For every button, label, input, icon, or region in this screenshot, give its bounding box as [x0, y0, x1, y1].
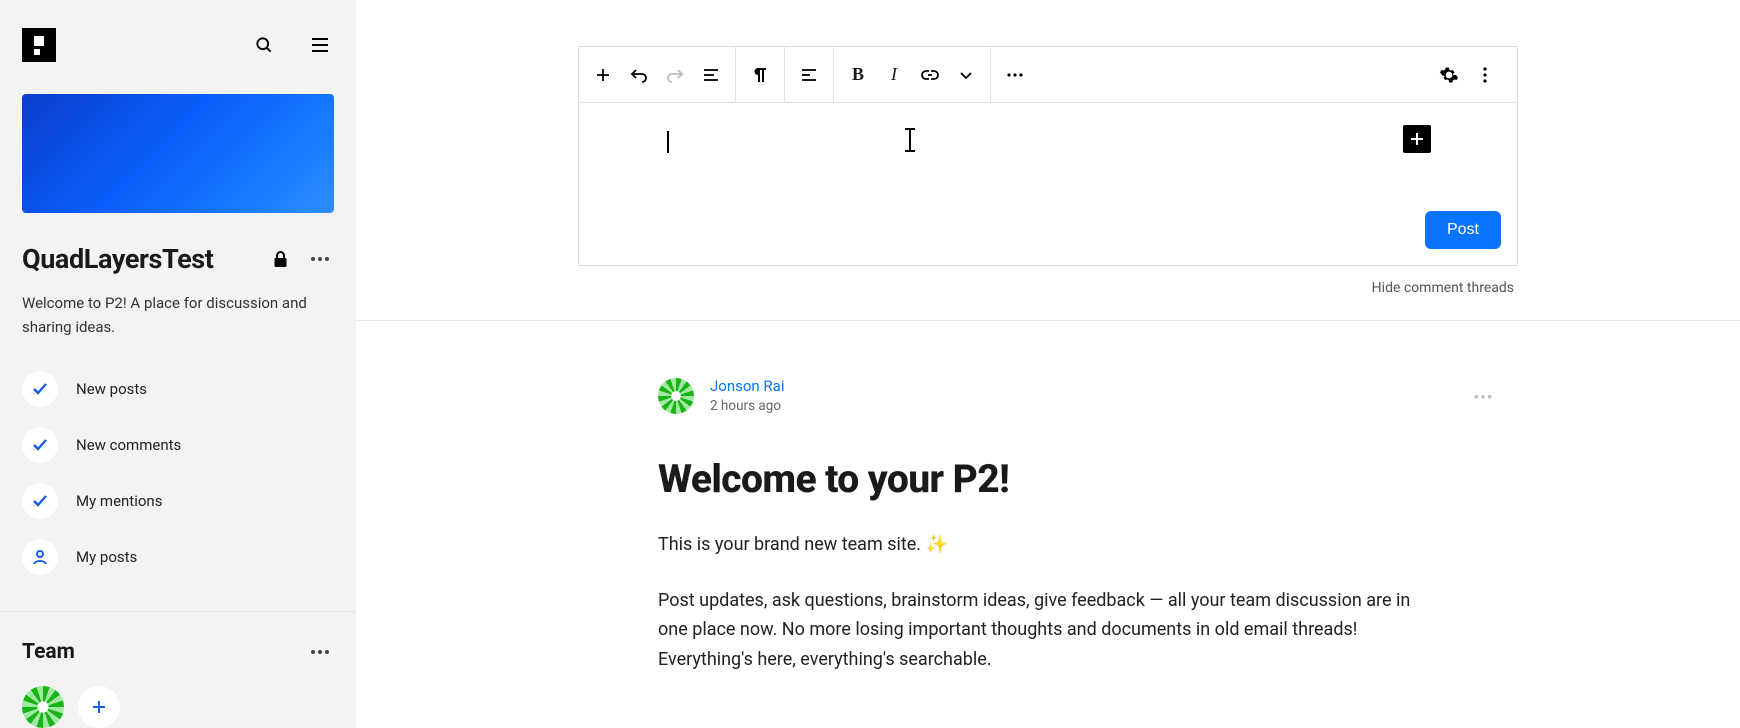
post-paragraph: Post updates, ask questions, brainstorm …: [658, 586, 1438, 675]
site-actions: [273, 251, 334, 268]
menu-icon[interactable]: [306, 32, 334, 58]
filter-label: My mentions: [76, 492, 162, 510]
member-avatar[interactable]: [22, 686, 64, 728]
editor-body[interactable]: [579, 103, 1517, 203]
author-avatar[interactable]: [658, 378, 694, 414]
site-header: QuadLayersTest: [0, 213, 356, 285]
main-divider: [356, 320, 1740, 321]
post-timestamp: 2 hours ago: [710, 398, 784, 414]
team-heading: Team: [22, 640, 75, 664]
post-button[interactable]: Post: [1425, 211, 1501, 249]
bold-icon[interactable]: B: [840, 57, 876, 93]
filter-list: New posts New comments My mentions My po…: [0, 339, 356, 611]
post: Jonson Rai 2 hours ago ••• Welcome to yo…: [658, 377, 1438, 675]
filter-new-posts[interactable]: New posts: [22, 361, 334, 417]
editor: B I: [578, 46, 1518, 266]
italic-icon[interactable]: I: [876, 57, 912, 93]
post-title: Welcome to your P2!: [658, 456, 1438, 502]
sidebar-top: [0, 0, 356, 76]
author-link[interactable]: Jonson Rai: [710, 377, 784, 395]
team-section: Team: [0, 612, 356, 728]
team-more-icon[interactable]: [306, 645, 334, 659]
filter-label: My posts: [76, 548, 137, 566]
check-icon: [22, 371, 58, 407]
site-more-icon[interactable]: [306, 252, 334, 266]
search-icon[interactable]: [250, 31, 278, 59]
main: B I: [356, 0, 1740, 728]
post-header: Jonson Rai 2 hours ago: [658, 377, 1438, 414]
team-members: [22, 686, 334, 728]
undo-icon[interactable]: [621, 57, 657, 93]
editor-more-vertical-icon[interactable]: [1467, 57, 1503, 93]
app-logo[interactable]: [22, 28, 56, 62]
sidebar: QuadLayersTest Welcome to P2! A place fo…: [0, 0, 356, 728]
site-title: QuadLayersTest: [22, 243, 214, 275]
paragraph-icon[interactable]: [742, 57, 778, 93]
redo-icon: [657, 57, 693, 93]
lock-icon: [273, 251, 288, 268]
filter-my-mentions[interactable]: My mentions: [22, 473, 334, 529]
hide-comment-threads-link[interactable]: Hide comment threads: [1372, 280, 1514, 296]
filter-label: New posts: [76, 380, 147, 398]
post-more-icon[interactable]: •••: [1470, 385, 1498, 408]
toolbar-more-icon[interactable]: [997, 57, 1033, 93]
person-icon: [22, 539, 58, 575]
editor-toolbar: B I: [579, 47, 1517, 103]
block-inserter-button[interactable]: [1403, 125, 1431, 153]
add-member-button[interactable]: [78, 686, 120, 728]
link-icon[interactable]: [912, 57, 948, 93]
check-icon: [22, 427, 58, 463]
filter-label: New comments: [76, 436, 181, 454]
text-caret: [667, 131, 669, 153]
filter-new-comments[interactable]: New comments: [22, 417, 334, 473]
editor-footer: Post: [579, 203, 1517, 265]
site-description: Welcome to P2! A place for discussion an…: [0, 285, 356, 339]
chevron-down-icon[interactable]: [948, 57, 984, 93]
settings-gear-icon[interactable]: [1431, 57, 1467, 93]
document-outline-icon[interactable]: [693, 57, 729, 93]
add-block-icon[interactable]: [585, 57, 621, 93]
post-paragraph: This is your brand new team site. ✨: [658, 530, 1438, 560]
filter-my-posts[interactable]: My posts: [22, 529, 334, 585]
ibeam-cursor: [909, 129, 911, 151]
editor-area: B I: [356, 0, 1740, 296]
sidebar-top-icons: [250, 31, 334, 59]
check-icon: [22, 483, 58, 519]
site-banner: [22, 94, 334, 213]
below-editor: Hide comment threads: [578, 266, 1518, 296]
align-icon[interactable]: [791, 57, 827, 93]
